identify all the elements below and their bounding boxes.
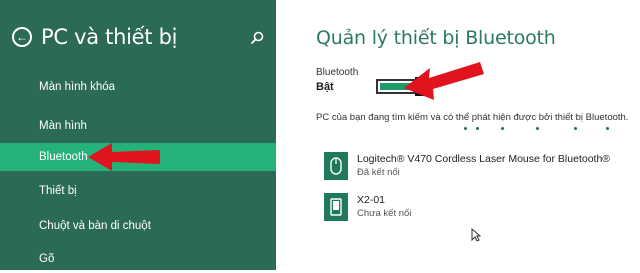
bluetooth-state: Bật [316,81,334,93]
sidebar-item-typing[interactable]: Gõ [0,245,276,273]
back-arrow-icon: ← [16,30,28,44]
page-title: Quản lý thiết bị Bluetooth [316,27,556,49]
main-content: Quản lý thiết bị Bluetooth Bluetooth Bật… [276,0,640,270]
annotation-arrow-left-icon [88,143,160,171]
phone-icon [324,193,348,221]
sidebar: ← PC và thiết bị Màn hình khóa Màn hình … [0,0,276,270]
progress-dot [464,127,467,130]
device-status: Chưa kết nối [357,208,412,219]
search-icon[interactable] [250,31,264,45]
mouse-cursor-icon [471,228,481,242]
device-status: Đã kết nối [357,167,400,178]
device-name: Logitech® V470 Cordless Laser Mouse for … [357,153,611,165]
device-name: X2-01 [357,194,386,206]
device-item[interactable]: Logitech® V470 Cordless Laser Mouse for … [324,152,624,182]
sidebar-title: PC và thiết bị [41,25,178,49]
searching-status: PC của bạn đang tìm kiếm và có thể phát … [316,112,629,123]
sidebar-item-display[interactable]: Màn hình [0,112,276,140]
progress-dot [476,127,479,130]
progress-dot [574,127,577,130]
bluetooth-label: Bluetooth [316,67,359,78]
sidebar-item-lock-screen[interactable]: Màn hình khóa [0,73,276,101]
progress-dot [501,127,504,130]
annotation-arrow-left-icon [404,62,484,100]
progress-dot [606,127,609,130]
sidebar-item-mouse-touchpad[interactable]: Chuột và bàn di chuột [0,212,276,240]
device-item[interactable]: X2-01 Chưa kết nối [324,193,624,223]
progress-dot [536,127,539,130]
sidebar-item-devices[interactable]: Thiết bị [0,177,276,205]
mouse-icon [324,152,348,180]
back-button[interactable]: ← [12,27,32,47]
